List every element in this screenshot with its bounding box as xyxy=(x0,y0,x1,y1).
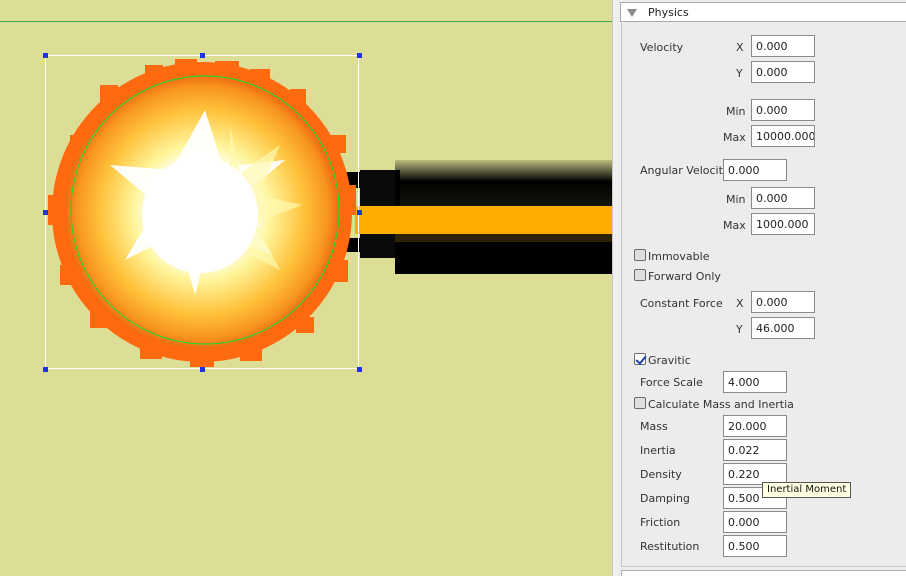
resize-handle-top-right[interactable] xyxy=(357,53,362,58)
constant-force-y-label: Y xyxy=(736,323,743,336)
tooltip: Inertial Moment xyxy=(762,482,852,498)
next-section-header[interactable] xyxy=(621,570,906,576)
selection-box xyxy=(45,55,359,369)
resize-handle-bottom[interactable] xyxy=(200,367,205,372)
resize-handle-top[interactable] xyxy=(200,53,205,58)
velocity-x-field[interactable] xyxy=(751,35,815,57)
scene-boundary-line xyxy=(0,21,612,22)
restitution-field[interactable] xyxy=(723,535,787,557)
constant-force-label: Constant Force xyxy=(640,297,723,310)
angular-min-label: Min xyxy=(726,193,746,206)
inertia-field[interactable] xyxy=(723,439,787,461)
velocity-min-label: Min xyxy=(726,105,746,118)
gravitic-label[interactable]: Gravitic xyxy=(648,354,691,367)
resize-handle-bottom-left[interactable] xyxy=(43,367,48,372)
resize-handle-bottom-right[interactable] xyxy=(357,367,362,372)
friction-label: Friction xyxy=(640,516,681,529)
angular-max-label: Max xyxy=(723,219,746,232)
angular-velocity-label: Angular Velocity xyxy=(640,164,730,177)
velocity-max-field[interactable] xyxy=(751,125,815,147)
angular-min-field[interactable] xyxy=(751,187,815,209)
velocity-x-label: X xyxy=(736,41,744,54)
mass-field[interactable] xyxy=(723,415,787,437)
section-title: Physics xyxy=(648,6,689,19)
resize-handle-left[interactable] xyxy=(43,210,48,215)
velocity-max-label: Max xyxy=(723,131,746,144)
constant-force-x-field[interactable] xyxy=(751,291,815,313)
force-scale-label: Force Scale xyxy=(640,376,703,389)
constant-force-y-field[interactable] xyxy=(751,317,815,339)
inertia-label: Inertia xyxy=(640,444,676,457)
velocity-min-field[interactable] xyxy=(751,99,815,121)
force-scale-field[interactable] xyxy=(723,371,787,393)
angular-velocity-field[interactable] xyxy=(723,159,787,181)
mass-label: Mass xyxy=(640,420,668,433)
velocity-y-label: Y xyxy=(736,67,743,80)
scene-canvas[interactable] xyxy=(0,0,612,576)
physics-section-header[interactable]: Physics xyxy=(620,2,906,22)
velocity-y-field[interactable] xyxy=(751,61,815,83)
damping-label: Damping xyxy=(640,492,690,505)
angular-max-field[interactable] xyxy=(751,213,815,235)
immovable-checkbox[interactable] xyxy=(634,249,646,261)
beam-sprite[interactable] xyxy=(345,160,612,275)
density-label: Density xyxy=(640,468,682,481)
friction-field[interactable] xyxy=(723,511,787,533)
velocity-label: Velocity xyxy=(640,41,684,54)
restitution-label: Restitution xyxy=(640,540,700,553)
resize-handle-right[interactable] xyxy=(357,210,362,215)
gravitic-checkbox[interactable] xyxy=(634,353,646,365)
forward-only-checkbox[interactable] xyxy=(634,269,646,281)
constant-force-x-label: X xyxy=(736,297,744,310)
immovable-label[interactable]: Immovable xyxy=(648,250,709,263)
calc-mass-label[interactable]: Calculate Mass and Inertia xyxy=(648,398,794,411)
calc-mass-checkbox[interactable] xyxy=(634,397,646,409)
forward-only-label[interactable]: Forward Only xyxy=(648,270,721,283)
resize-handle-top-left[interactable] xyxy=(43,53,48,58)
collapse-triangle-icon[interactable] xyxy=(627,9,637,17)
